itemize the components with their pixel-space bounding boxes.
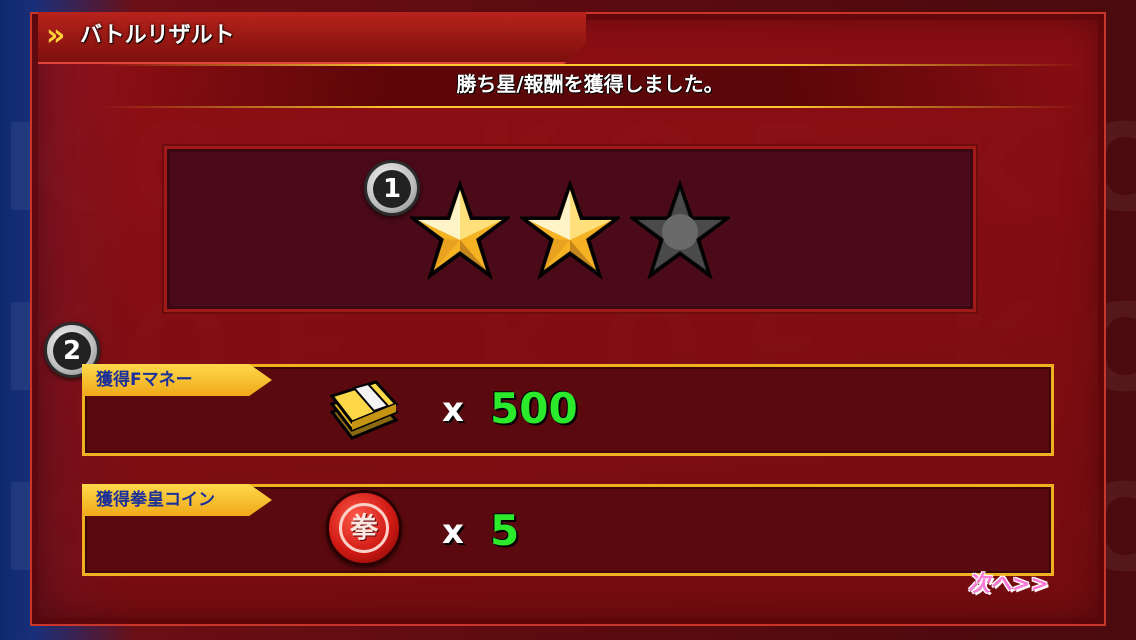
step-badge-1-number: 1 [373, 170, 411, 208]
fist-coin-icon: 拳 [326, 490, 402, 566]
star-earned-icon [410, 180, 510, 280]
reward-value-coin: 5 [490, 506, 520, 555]
fist-coin-glyph: 拳 [339, 503, 389, 553]
money-bundle-icon [329, 380, 399, 440]
reward-value-money: 500 [490, 384, 578, 433]
reward-multiplier-money: x [442, 390, 464, 430]
star-empty-icon [630, 180, 730, 280]
reward-label-coin: 獲得拳皇コイン [96, 490, 215, 510]
star-earned-icon [520, 180, 620, 280]
window-title: バトルリザルト [80, 23, 235, 48]
result-message: 勝ち星/報酬を獲得しました。 [456, 72, 724, 96]
reward-label-money: 獲得Fマネー [96, 370, 193, 390]
next-button[interactable]: 次へ>> [968, 568, 1049, 602]
title-chevron-icon: » [46, 18, 66, 53]
reward-multiplier-coin: x [442, 512, 464, 552]
